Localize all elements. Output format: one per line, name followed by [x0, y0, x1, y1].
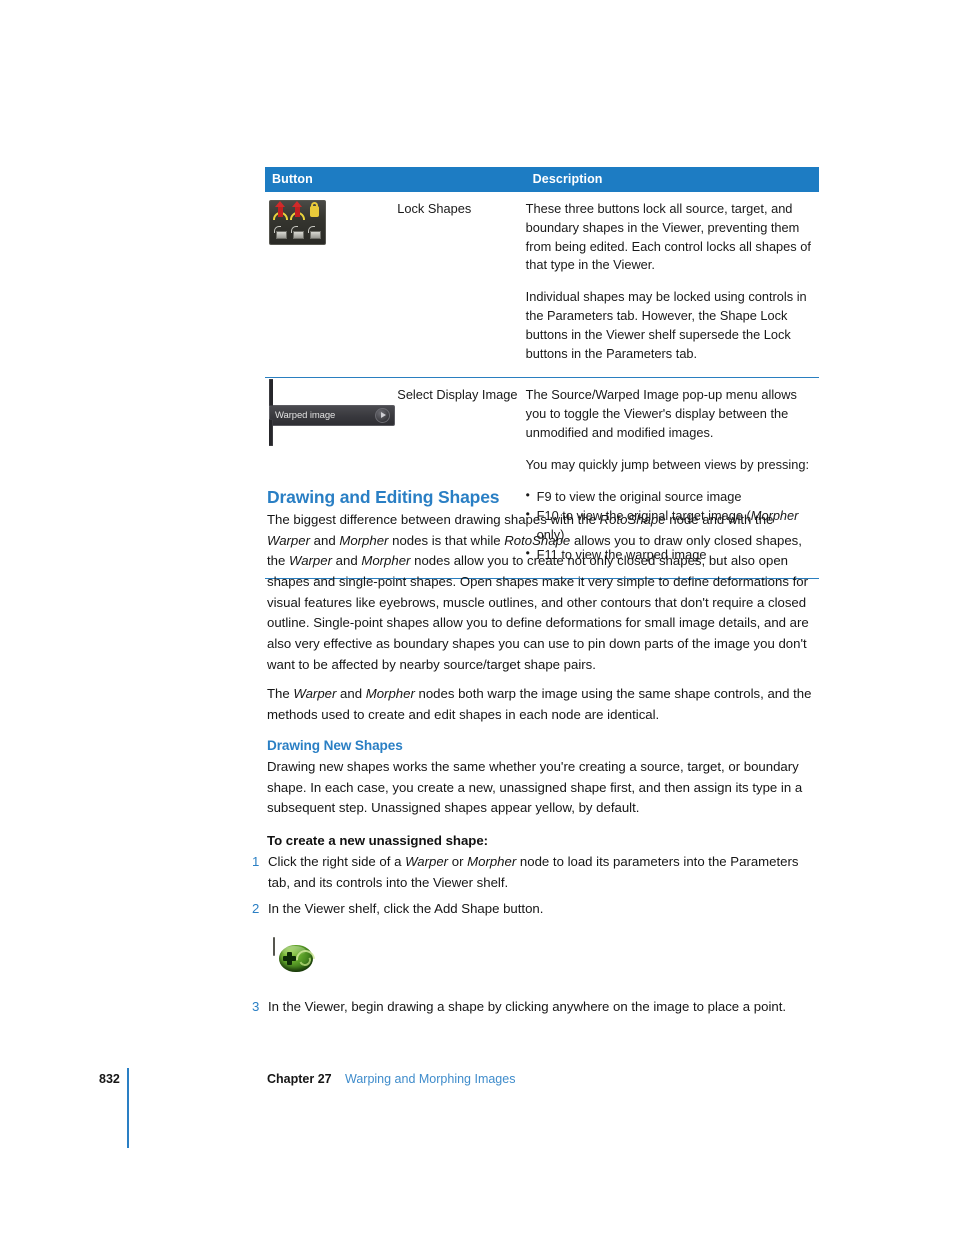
select-display-image-popup[interactable]: Warped image [269, 379, 396, 447]
subsection-heading: Drawing New Shapes [267, 738, 403, 753]
list-item: F9 to view the original source image [526, 487, 817, 507]
step-number: 2 [252, 901, 260, 916]
description-paragraph: Individual shapes may be locked using co… [525, 289, 807, 361]
subsection-paragraph: Drawing new shapes works the same whethe… [267, 757, 820, 819]
procedure-step: 3 In the Viewer, begin drawing a shape b… [250, 997, 820, 1018]
procedure-step: 1 Click the right side of a Warper or Mo… [250, 852, 820, 893]
paragraph: The biggest difference between drawing s… [267, 512, 809, 672]
add-shape-button-figure [273, 937, 319, 973]
lock-shapes-icon[interactable] [269, 200, 326, 245]
cell-button-icon [265, 192, 396, 378]
page-number: 832 [99, 1072, 120, 1086]
step-text: In the Viewer shelf, click the Add Shape… [268, 901, 544, 916]
add-shape-icon[interactable] [273, 937, 319, 973]
footer-chapter-title: Warping and Morphing Images [345, 1072, 516, 1086]
procedure-step: 2 In the Viewer shelf, click the Add Sha… [250, 899, 820, 920]
cell-button-name: Lock Shapes [397, 201, 472, 216]
lock-target-icon [290, 201, 305, 239]
table-header: Button Description [265, 167, 819, 192]
step-text: In the Viewer, begin drawing a shape by … [268, 999, 787, 1014]
description-paragraph: These three buttons lock all source, tar… [525, 201, 811, 273]
description-paragraph: You may quickly jump between views by pr… [525, 456, 810, 472]
section-paragraph-2: The Warper and Morpher nodes both warp t… [267, 684, 820, 725]
step-number: 1 [252, 854, 260, 869]
paragraph: Drawing new shapes works the same whethe… [267, 759, 803, 816]
step-text: Click the right side of a Warper or Morp… [268, 854, 799, 890]
section-paragraph-1: The biggest difference between drawing s… [267, 510, 820, 675]
cell-description: These three buttons lock all source, tar… [526, 192, 819, 378]
footer-chapter-label: Chapter 27 [267, 1072, 332, 1086]
paragraph: The Warper and Morpher nodes both warp t… [267, 686, 812, 722]
description-paragraph: The Source/Warped Image pop-up menu allo… [525, 387, 797, 440]
procedure-heading: To create a new unassigned shape: [267, 833, 489, 848]
table-header-row: Button Description [265, 167, 819, 192]
column-header-description: Description [525, 167, 819, 192]
lock-boundary-icon [307, 202, 322, 239]
footer-divider-rule [127, 1068, 129, 1148]
section-heading: Drawing and Editing Shapes [267, 487, 500, 507]
document-page: Button Description Lock Shapes These thr… [0, 0, 954, 1235]
popup-arrow-icon[interactable] [375, 408, 391, 424]
table-row: Lock Shapes These three buttons lock all… [265, 192, 819, 378]
lock-source-icon [273, 201, 288, 239]
popup-selected-value: Warped image [275, 409, 336, 421]
column-header-button: Button [265, 167, 526, 192]
step-number: 3 [252, 999, 260, 1014]
